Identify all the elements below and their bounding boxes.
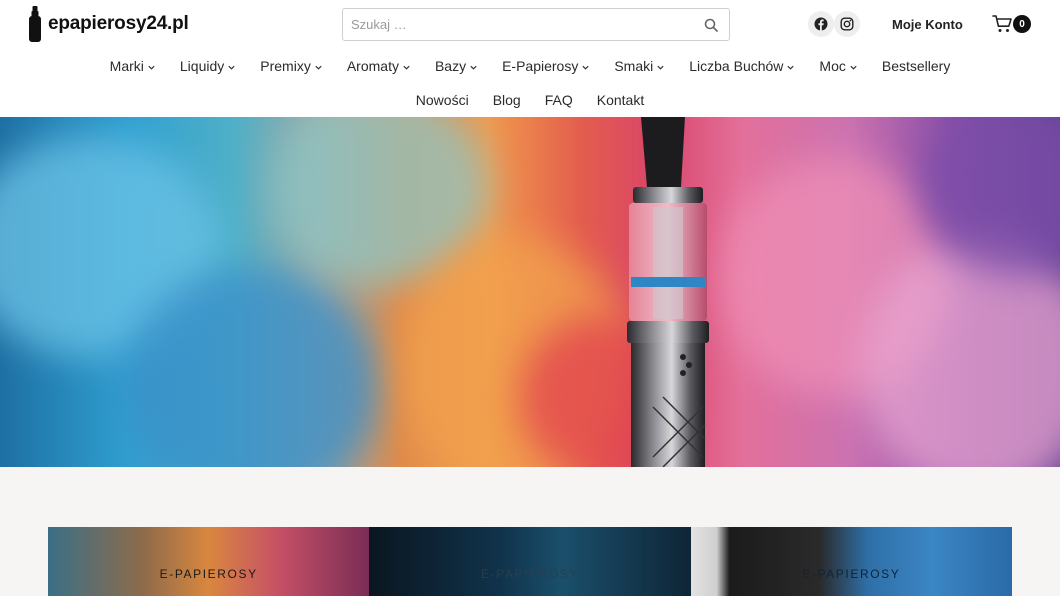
- chevron-down-icon: [403, 65, 410, 70]
- category-section: E-PAPIEROSY E-PAPIEROSY E-PAPIEROSY: [0, 467, 1060, 596]
- chevron-down-icon: [582, 65, 589, 70]
- nav-label: Bestsellery: [881, 58, 951, 74]
- search-button[interactable]: [693, 9, 729, 40]
- nav-label: Premixy: [260, 58, 311, 74]
- nav-item-blog[interactable]: Blog: [493, 92, 521, 108]
- nav-label: Marki: [109, 58, 144, 74]
- vape-device-image: [627, 117, 709, 467]
- category-tile[interactable]: E-PAPIEROSY: [369, 527, 691, 596]
- instagram-link[interactable]: [834, 11, 860, 37]
- nav-item-premixy[interactable]: Premixy: [260, 58, 323, 74]
- nav-label: E-Papierosy: [502, 58, 579, 74]
- nav-item-smaki[interactable]: Smaki: [614, 58, 665, 74]
- chevron-down-icon: [850, 65, 857, 70]
- nav-label: Liquidy: [179, 58, 225, 74]
- search-bar: [342, 8, 730, 41]
- category-label: E-PAPIEROSY: [480, 567, 580, 581]
- nav-item-aromaty[interactable]: Aromaty: [347, 58, 411, 74]
- nav-label: Aromaty: [346, 58, 399, 74]
- cart-count-badge: 0: [1013, 15, 1031, 33]
- chevron-down-icon: [657, 65, 664, 70]
- category-label: E-PAPIEROSY: [802, 567, 901, 581]
- secondary-nav: Nowości Blog FAQ Kontakt: [0, 89, 1060, 111]
- nav-item-bestsellery[interactable]: Bestsellery: [882, 58, 950, 74]
- nav-item-marki[interactable]: Marki: [110, 58, 156, 74]
- vape-bottle-icon: [29, 6, 41, 42]
- category-label: E-PAPIEROSY: [159, 567, 258, 581]
- nav-label: Smaki: [614, 58, 654, 74]
- category-tile[interactable]: E-PAPIEROSY: [690, 527, 1012, 596]
- site-logo[interactable]: epapierosy24.pl: [28, 6, 189, 42]
- hero-banner: [0, 117, 1060, 467]
- chevron-down-icon: [148, 65, 155, 70]
- nav-label: Liczba Buchów: [689, 58, 784, 74]
- nav-item-liquidy[interactable]: Liquidy: [180, 58, 236, 74]
- nav-item-kontakt[interactable]: Kontakt: [597, 92, 644, 108]
- facebook-link[interactable]: [808, 11, 834, 37]
- nav-item-bazy[interactable]: Bazy: [435, 58, 478, 74]
- my-account-link[interactable]: Moje Konto: [892, 17, 963, 32]
- category-tiles: E-PAPIEROSY E-PAPIEROSY E-PAPIEROSY: [48, 527, 1012, 596]
- nav-item-moc[interactable]: Moc: [819, 58, 857, 74]
- site-header: epapierosy24.pl Moje Konto 0: [0, 0, 1060, 117]
- search-input[interactable]: [343, 9, 693, 40]
- cart-icon: [992, 15, 1012, 32]
- chevron-down-icon: [315, 65, 322, 70]
- nav-label: Moc: [819, 58, 846, 74]
- search-icon: [704, 18, 718, 32]
- nav-item-liczba-buchow[interactable]: Liczba Buchów: [689, 58, 795, 74]
- nav-label: Bazy: [434, 58, 467, 74]
- category-tile[interactable]: E-PAPIEROSY: [48, 527, 370, 596]
- chevron-down-icon: [228, 65, 235, 70]
- nav-item-faq[interactable]: FAQ: [545, 92, 573, 108]
- logo-text: epapierosy24.pl: [48, 13, 189, 34]
- nav-item-e-papierosy[interactable]: E-Papierosy: [502, 58, 590, 74]
- facebook-icon: [814, 17, 828, 31]
- chevron-down-icon: [470, 65, 477, 70]
- instagram-icon: [840, 17, 854, 31]
- nav-item-nowosci[interactable]: Nowości: [416, 92, 469, 108]
- primary-nav: Marki Liquidy Premixy Aromaty Bazy E-Pap…: [0, 55, 1060, 77]
- chevron-down-icon: [787, 65, 795, 70]
- cart-button[interactable]: 0: [992, 12, 1032, 36]
